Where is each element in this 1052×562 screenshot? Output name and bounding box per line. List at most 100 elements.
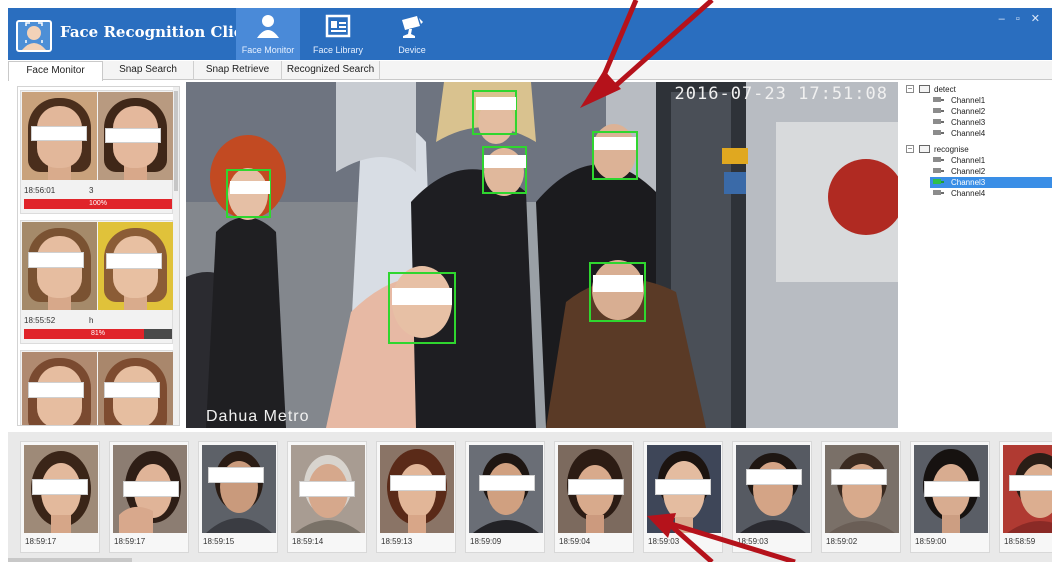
snapshot-photo: [291, 445, 365, 533]
snapshot-item[interactable]: 18:59:15: [198, 441, 278, 553]
snapshot-photo: [22, 352, 97, 425]
tree-group-recognise[interactable]: − recognise: [900, 144, 1052, 155]
snapshot-time: 18:59:00: [915, 537, 947, 546]
match-list-scrollbar[interactable]: [173, 87, 179, 425]
tree-item-label: Channel2: [951, 107, 986, 116]
snapshot-photo: [736, 445, 810, 533]
similarity-bar: 100%: [24, 199, 172, 209]
snapshot-photo: [647, 445, 721, 533]
similarity-label: 100%: [89, 200, 107, 207]
snapshot-item[interactable]: 18:59:00: [910, 441, 990, 553]
snapshot-time: 18:59:03: [737, 537, 769, 546]
collapse-toggle-icon[interactable]: −: [906, 145, 914, 153]
nav-face-monitor[interactable]: Face Monitor: [236, 8, 300, 60]
snapshot-item[interactable]: 18:59:17: [109, 441, 189, 553]
camera-icon: [933, 179, 944, 184]
computer-icon: [919, 145, 930, 153]
snapshot-time: 18:59:17: [25, 537, 57, 546]
camera-icon: [933, 97, 944, 102]
tree-group-label: recognise: [934, 145, 969, 154]
detected-face-box[interactable]: [589, 262, 646, 322]
camera-icon: [402, 16, 423, 38]
tree-item-recognise-channel2[interactable]: Channel2: [900, 166, 1052, 177]
title-bar: Face Recognition Client Face Monitor Fac…: [8, 8, 1052, 60]
video-watermark: Dahua Metro: [206, 408, 310, 425]
snapshot-item[interactable]: 18:59:03: [732, 441, 812, 553]
match-list-panel[interactable]: 18:56:01 3 100% 18:55:52 h 81%: [17, 86, 180, 426]
match-time: 18:55:52: [24, 316, 56, 325]
tree-item-detect-channel3[interactable]: Channel3: [900, 117, 1052, 128]
tab-recognized-search[interactable]: Recognized Search: [282, 61, 380, 80]
snapshot-photo: [113, 445, 187, 533]
snapshot-item[interactable]: 18:59:03: [643, 441, 723, 553]
detected-face-box[interactable]: [226, 169, 271, 218]
scrollbar-thumb[interactable]: [174, 91, 178, 191]
tree-item-label: Channel3: [951, 178, 986, 187]
nav-face-library-label: Face Library: [312, 45, 364, 55]
tree-item-recognise-channel3[interactable]: Channel3: [930, 177, 1052, 188]
snapshot-time: 18:58:59: [1004, 537, 1036, 546]
match-name: 3: [89, 186, 94, 195]
live-video-view[interactable]: 2016-07-23 17:51:08 Dahua Metro: [186, 82, 898, 428]
tree-item-detect-channel2[interactable]: Channel2: [900, 106, 1052, 117]
snapshot-item[interactable]: 18:59:04: [554, 441, 634, 553]
detected-face-box[interactable]: [482, 146, 527, 194]
tree-item-detect-channel1[interactable]: Channel1: [900, 95, 1052, 106]
nav-face-monitor-label: Face Monitor: [241, 45, 295, 55]
snapshot-time: 18:59:03: [648, 537, 680, 546]
tab-snap-retrieve[interactable]: Snap Retrieve: [194, 61, 282, 80]
tree-item-detect-channel4[interactable]: Channel4: [900, 128, 1052, 139]
snapshot-time: 18:59:04: [559, 537, 591, 546]
tree-group-detect[interactable]: − detect: [900, 84, 1052, 95]
camera-icon: [933, 119, 944, 124]
tree-item-label: Channel4: [951, 129, 986, 138]
match-card[interactable]: [20, 350, 173, 425]
tab-bar: Face Monitor Snap Search Snap Retrieve R…: [8, 61, 1052, 81]
snapshot-photo: [1003, 445, 1052, 533]
match-card-photos: [22, 222, 173, 310]
snapshot-time: 18:59:02: [826, 537, 858, 546]
snapshot-time: 18:59:14: [292, 537, 324, 546]
snapshot-photo: [558, 445, 632, 533]
match-time: 18:56:01: [24, 186, 56, 195]
snapshot-item[interactable]: 18:59:13: [376, 441, 456, 553]
tree-item-recognise-channel4[interactable]: Channel4: [900, 188, 1052, 199]
detected-face-box[interactable]: [592, 131, 638, 180]
app-title: Face Recognition Client: [60, 23, 262, 41]
snapshot-photo: [914, 445, 988, 533]
snapshot-time: 18:59:17: [114, 537, 146, 546]
tab-snap-search[interactable]: Snap Search: [103, 61, 194, 80]
match-card[interactable]: 18:55:52 h 81%: [20, 220, 173, 344]
snapshot-strip[interactable]: 18:59:17 18:59:17 18:59:15 18:59:14 18:5…: [8, 432, 1052, 562]
detected-face-box[interactable]: [388, 272, 456, 344]
snapshot-time: 18:59:15: [203, 537, 235, 546]
tree-item-label: Channel1: [951, 156, 986, 165]
match-card[interactable]: 18:56:01 3 100%: [20, 90, 173, 214]
snapshot-time: 18:59:13: [381, 537, 413, 546]
video-scene: [186, 82, 898, 428]
snapshot-item[interactable]: 18:59:09: [465, 441, 545, 553]
tree-item-label: Channel1: [951, 96, 986, 105]
camera-icon: [933, 157, 944, 162]
camera-icon: [933, 108, 944, 113]
snapshot-strip-scrollbar[interactable]: [8, 558, 132, 562]
snapshot-item[interactable]: 18:59:14: [287, 441, 367, 553]
snapshot-photo: [825, 445, 899, 533]
collapse-toggle-icon[interactable]: −: [906, 85, 914, 93]
library-photo: [98, 222, 173, 310]
tree-item-recognise-channel1[interactable]: Channel1: [900, 155, 1052, 166]
snapshot-photo: [469, 445, 543, 533]
snapshot-item[interactable]: 18:59:17: [20, 441, 100, 553]
detected-face-box[interactable]: [472, 90, 517, 135]
tree-item-label: Channel3: [951, 118, 986, 127]
tab-face-monitor[interactable]: Face Monitor: [8, 61, 103, 81]
snapshot-item[interactable]: 18:59:02: [821, 441, 901, 553]
camera-icon: [933, 168, 944, 173]
snapshot-photo: [24, 445, 98, 533]
camera-icon: [933, 190, 944, 195]
snapshot-photo: [380, 445, 454, 533]
nav-face-library[interactable]: Face Library: [306, 8, 370, 60]
window-controls[interactable]: – ▫ ✕: [999, 12, 1044, 25]
snapshot-item[interactable]: 18:58:59: [999, 441, 1052, 553]
nav-device[interactable]: Device: [380, 8, 444, 60]
